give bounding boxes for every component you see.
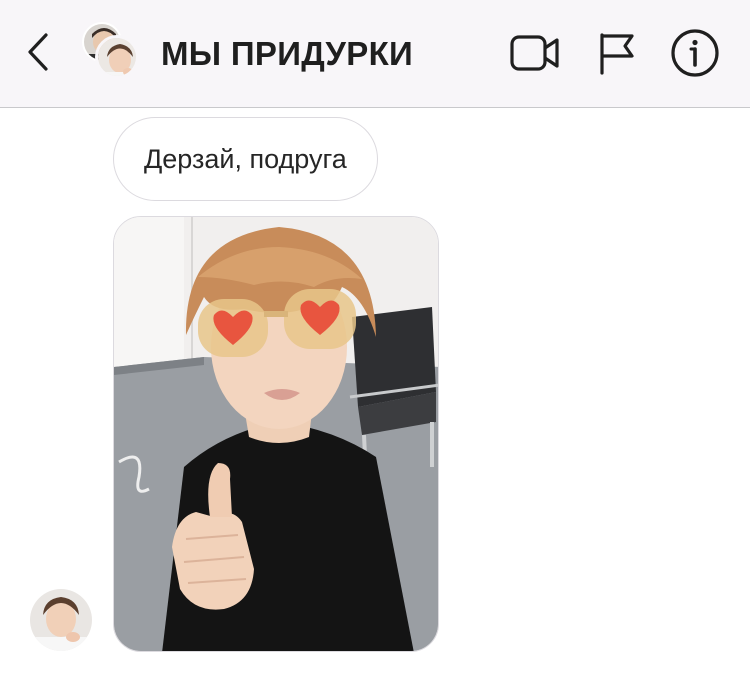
- direct-message-screen: МЫ ПРИДУРКИ Дерзай, подруга: [0, 0, 750, 674]
- message-bubble[interactable]: Дерзай, подруга: [113, 117, 378, 201]
- chat-title[interactable]: МЫ ПРИДУРКИ: [161, 32, 413, 76]
- group-avatar[interactable]: [82, 22, 144, 84]
- video-call-button[interactable]: [508, 28, 562, 78]
- chat-header: МЫ ПРИДУРКИ: [0, 0, 750, 108]
- photo-message[interactable]: [113, 216, 439, 652]
- info-button[interactable]: [668, 28, 722, 78]
- report-button[interactable]: [590, 28, 644, 78]
- back-button[interactable]: [20, 28, 56, 76]
- group-member-avatar: [95, 35, 139, 79]
- video-camera-icon: [510, 35, 559, 71]
- selfie-photo: [114, 217, 438, 651]
- flag-icon: [600, 33, 634, 75]
- info-icon: [671, 29, 719, 77]
- sender-avatar[interactable]: [30, 589, 92, 651]
- message-text: Дерзай, подруга: [144, 143, 347, 174]
- chevron-left-icon: [28, 33, 48, 71]
